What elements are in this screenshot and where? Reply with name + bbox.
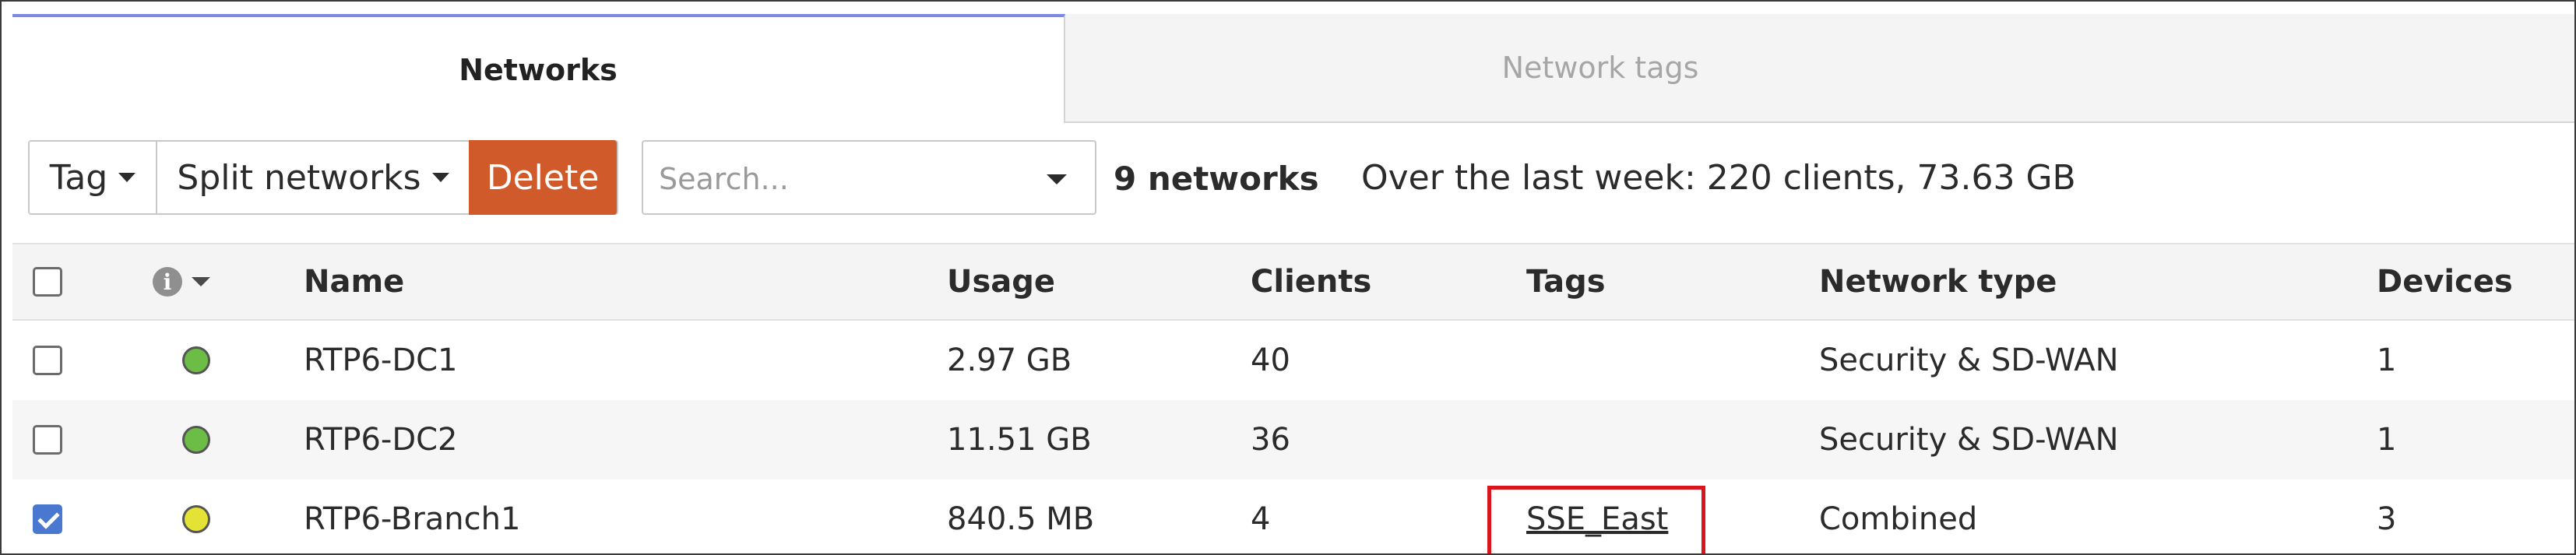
info-icon: i: [153, 267, 182, 297]
chevron-down-icon[interactable]: [1047, 174, 1067, 184]
tag-highlight-box: [1487, 486, 1705, 553]
action-button-group: Tag Split networks Delete: [28, 140, 618, 215]
network-devices: 1: [2377, 422, 2397, 458]
chevron-down-icon: [118, 173, 136, 182]
chevron-down-icon: [192, 277, 210, 286]
networks-panel: Networks Network tags Tag Split networks…: [0, 0, 2576, 555]
row-checkbox-checked[interactable]: [33, 504, 62, 534]
network-type: Security & SD-WAN: [1819, 422, 2119, 458]
status-dot-icon: [182, 346, 210, 374]
network-clients: 4: [1251, 501, 1271, 537]
column-header-network-type[interactable]: Network type: [1819, 244, 2057, 319]
column-header-usage[interactable]: Usage: [947, 244, 1055, 319]
network-count: 9 networks: [1114, 160, 1319, 198]
network-type: Combined: [1819, 501, 1978, 537]
table-row[interactable]: RTP6-DC2 11.51 GB 36 Security & SD-WAN 1: [12, 400, 2574, 479]
network-devices: 1: [2377, 342, 2397, 378]
network-usage: 11.51 GB: [947, 422, 1092, 458]
network-name[interactable]: RTP6-DC2: [304, 400, 458, 479]
network-type: Security & SD-WAN: [1819, 342, 2119, 378]
tab-network-tags[interactable]: Network tags: [1067, 14, 2134, 121]
row-check-cell: [33, 321, 62, 400]
network-name[interactable]: RTP6-Branch1: [304, 479, 520, 553]
split-networks-label: Split networks: [177, 157, 421, 198]
split-networks-button[interactable]: Split networks: [157, 142, 469, 213]
search-box[interactable]: [642, 140, 1096, 215]
column-header-devices[interactable]: Devices: [2377, 244, 2513, 319]
row-checkbox[interactable]: [33, 346, 62, 375]
status-cell: [153, 479, 210, 553]
network-usage: 2.97 GB: [947, 342, 1072, 378]
chevron-down-icon: [431, 173, 449, 182]
status-cell: [153, 400, 210, 479]
network-clients: 40: [1251, 342, 1290, 378]
select-all-cell: [33, 244, 62, 319]
row-check-cell: [33, 400, 62, 479]
usage-summary: Over the last week: 220 clients, 73.63 G…: [1361, 158, 2076, 198]
status-column-header[interactable]: i: [153, 244, 210, 319]
status-dot-icon: [182, 426, 210, 454]
column-header-tags[interactable]: Tags: [1526, 244, 1606, 319]
tab-networks[interactable]: Networks: [12, 14, 1065, 123]
column-header-clients[interactable]: Clients: [1251, 244, 1371, 319]
network-name[interactable]: RTP6-DC1: [304, 321, 458, 400]
select-all-checkbox[interactable]: [33, 267, 62, 297]
table-header-row: i Name Usage Clients Tags Network type D…: [12, 243, 2574, 321]
status-dot-icon: [182, 505, 210, 533]
row-check-cell: [33, 479, 62, 553]
table-row[interactable]: RTP6-Branch1 840.5 MB 4 SSE_East Combine…: [12, 479, 2574, 553]
row-checkbox[interactable]: [33, 425, 62, 455]
network-clients: 36: [1251, 422, 1290, 458]
network-usage: 840.5 MB: [947, 501, 1095, 537]
search-input[interactable]: [657, 159, 1019, 199]
delete-button-label: Delete: [486, 157, 600, 198]
table-row[interactable]: RTP6-DC1 2.97 GB 40 Security & SD-WAN 1: [12, 321, 2574, 400]
tab-bar: Networks Network tags: [12, 14, 2574, 123]
column-header-name[interactable]: Name: [304, 244, 404, 319]
delete-button[interactable]: Delete: [469, 140, 617, 215]
status-cell: [153, 321, 210, 400]
network-devices: 3: [2377, 501, 2397, 537]
tag-button[interactable]: Tag: [30, 142, 157, 213]
tag-button-label: Tag: [49, 157, 108, 198]
